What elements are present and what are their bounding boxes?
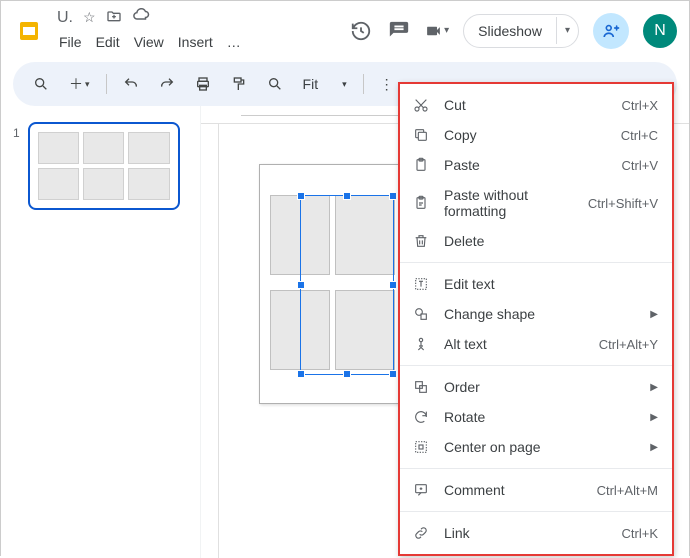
context-menu-shortcut: Ctrl+C [621, 128, 658, 143]
context-menu-center-on-page[interactable]: Center on page ▶ [400, 432, 672, 462]
context-menu-separator [400, 468, 672, 469]
slide-thumbnail[interactable] [28, 122, 180, 210]
context-menu-separator [400, 262, 672, 263]
title-area: U. ☆ File Edit View Insert … [51, 7, 343, 54]
context-menu-copy[interactable]: Copy Ctrl+C [400, 120, 672, 150]
order-icon [412, 379, 430, 395]
context-menu-change-shape[interactable]: Change shape ▶ [400, 299, 672, 329]
zoom-fit-dropdown[interactable]: Fit▾ [295, 72, 355, 96]
context-menu-shortcut: Ctrl+V [622, 158, 658, 173]
paste-icon [412, 157, 430, 173]
zoom-button[interactable] [259, 70, 291, 98]
menu-bar: File Edit View Insert … [51, 30, 343, 54]
paste-no-format-icon [412, 195, 430, 211]
context-menu-label: Comment [444, 482, 583, 498]
context-menu-shortcut: Ctrl+Shift+V [588, 196, 658, 211]
avatar[interactable]: N [643, 14, 677, 48]
slideshow-main[interactable]: Slideshow [464, 15, 556, 47]
history-icon[interactable] [349, 19, 373, 43]
context-menu-paste[interactable]: Paste Ctrl+V [400, 150, 672, 180]
context-menu-label: Edit text [444, 276, 658, 292]
context-menu-separator [400, 511, 672, 512]
context-menu-label: Rotate [444, 409, 628, 425]
slide-thumbnail-row: 1 [13, 122, 188, 210]
cut-icon [412, 97, 430, 113]
alt-text-icon [412, 336, 430, 352]
context-menu-rotate[interactable]: Rotate ▶ [400, 402, 672, 432]
star-icon[interactable]: ☆ [83, 9, 96, 26]
filmstrip: 1 [1, 106, 201, 558]
context-menu-shortcut: Ctrl+K [622, 526, 658, 541]
context-menu-alt-text[interactable]: Alt text Ctrl+Alt+Y [400, 329, 672, 359]
fit-label: Fit [303, 76, 319, 92]
redo-button[interactable] [151, 70, 183, 98]
context-menu-cut[interactable]: Cut Ctrl+X [400, 90, 672, 120]
copy-icon [412, 127, 430, 143]
comment-header-icon[interactable] [387, 19, 411, 43]
slide-number: 1 [13, 122, 20, 140]
context-menu-label: Copy [444, 127, 607, 143]
menu-more[interactable]: … [221, 30, 247, 54]
submenu-arrow-icon: ▶ [650, 442, 658, 453]
submenu-arrow-icon: ▶ [650, 382, 658, 393]
app-logo[interactable] [13, 15, 45, 47]
search-icon[interactable] [25, 70, 57, 98]
context-menu-shortcut: Ctrl+Alt+Y [599, 337, 658, 352]
context-menu-label: Delete [444, 233, 658, 249]
cloud-status-icon[interactable] [132, 7, 150, 28]
menu-file[interactable]: File [53, 30, 88, 54]
submenu-arrow-icon: ▶ [650, 412, 658, 423]
context-menu-label: Change shape [444, 306, 628, 322]
context-menu-shortcut: Ctrl+Alt+M [597, 483, 658, 498]
submenu-arrow-icon: ▶ [650, 309, 658, 320]
context-menu-label: Link [444, 525, 608, 541]
separator [363, 74, 364, 94]
context-menu-order[interactable]: Order ▶ [400, 372, 672, 402]
paint-format-button[interactable] [223, 70, 255, 98]
slideshow-dropdown[interactable]: ▾ [556, 17, 578, 44]
menu-edit[interactable]: Edit [90, 30, 126, 54]
context-menu-label: Paste without formatting [444, 187, 574, 219]
slideshow-button: Slideshow ▾ [463, 14, 579, 48]
move-icon[interactable] [106, 8, 122, 27]
right-header: ▾ Slideshow ▾ N [349, 13, 677, 49]
share-button[interactable] [593, 13, 629, 49]
center-icon [412, 439, 430, 455]
document-title[interactable]: U. [57, 9, 73, 27]
vertical-ruler[interactable] [201, 124, 219, 558]
undo-button[interactable] [115, 70, 147, 98]
meet-icon[interactable]: ▾ [425, 19, 449, 43]
print-button[interactable] [187, 70, 219, 98]
new-slide-button[interactable]: ＋ ▾ [61, 68, 98, 100]
comment-icon [412, 482, 430, 498]
context-menu-label: Order [444, 379, 628, 395]
rotate-icon [412, 409, 430, 425]
avatar-letter: N [654, 22, 666, 40]
context-menu: Cut Ctrl+X Copy Ctrl+C Paste Ctrl+V Paste with… [398, 82, 674, 556]
context-menu-label: Alt text [444, 336, 585, 352]
edit-text-icon [412, 276, 430, 292]
context-menu-shortcut: Ctrl+X [622, 98, 658, 113]
change-shape-icon [412, 306, 430, 322]
menu-insert[interactable]: Insert [172, 30, 219, 54]
thumbnail-content [38, 132, 170, 200]
context-menu-comment[interactable]: Comment Ctrl+Alt+M [400, 475, 672, 505]
title-row: U. ☆ [51, 7, 343, 28]
context-menu-label: Paste [444, 157, 608, 173]
delete-icon [412, 233, 430, 249]
menu-view[interactable]: View [128, 30, 170, 54]
context-menu-paste-without-formatting[interactable]: Paste without formatting Ctrl+Shift+V [400, 180, 672, 226]
context-menu-separator [400, 365, 672, 366]
link-icon [412, 525, 430, 541]
context-menu-delete[interactable]: Delete [400, 226, 672, 256]
context-menu-label: Center on page [444, 439, 628, 455]
context-menu-label: Cut [444, 97, 608, 113]
selection-box[interactable] [300, 195, 394, 375]
app-header: U. ☆ File Edit View Insert … ▾ [1, 1, 689, 54]
context-menu-link[interactable]: Link Ctrl+K [400, 518, 672, 548]
context-menu-edit-text[interactable]: Edit text [400, 269, 672, 299]
slide[interactable] [259, 164, 419, 404]
separator [106, 74, 107, 94]
